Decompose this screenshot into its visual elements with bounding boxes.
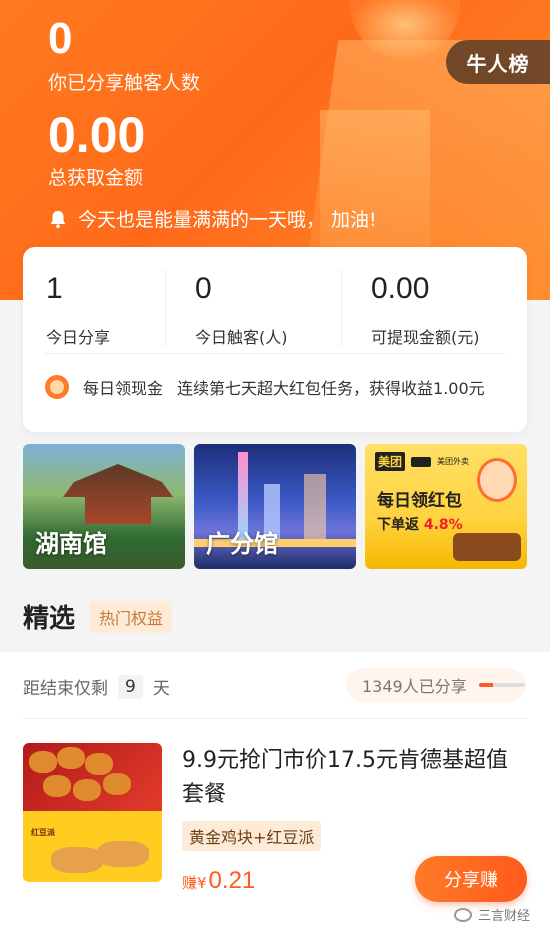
chicken-nuggets-image (23, 743, 162, 811)
earn-amount: 赚¥ 0.21 (182, 867, 255, 895)
tile-meituan[interactable]: 美团 美团外卖 每日领红包 下单返 4.8% (365, 444, 527, 569)
tile-guangfen[interactable]: 广分馆 (194, 444, 356, 569)
stat-today-shares: 1 今日分享 (46, 272, 110, 348)
task-desc: 连续第七天超大红包任务，获得收益1.00元 (177, 379, 485, 398)
stat-label: 今日分享 (46, 328, 111, 347)
task-name: 每日领现金 (83, 379, 164, 398)
stat-label: 今日触客(人) (195, 328, 288, 347)
tile-label: 广分馆 (206, 530, 278, 558)
notice-text: 今天也是能量满满的一天哦， 加油! (78, 209, 377, 231)
shared-count-pill: 1349人已分享 (346, 668, 526, 702)
leaderboard-button[interactable]: 牛人榜 (446, 40, 550, 84)
bell-icon (50, 210, 66, 228)
countdown: 距结束仅剩 9 天 (23, 674, 170, 699)
mascot-image (477, 458, 517, 502)
notice-bar: 今天也是能量满满的一天哦， 加油! (48, 205, 377, 232)
thumb-label: 红豆派 (31, 828, 55, 837)
watermark: 三言财经 (453, 905, 530, 924)
stat-value: 0 (195, 272, 212, 305)
watermark-text: 三言财经 (477, 909, 530, 924)
total-amount-label: 总获取金额 (48, 167, 144, 189)
shared-count-label: 你已分享触客人数 (48, 72, 201, 94)
food-image (453, 533, 521, 561)
section-title: 精选 (23, 604, 76, 634)
countdown-days: 9 (118, 674, 143, 699)
wechat-icon (453, 907, 472, 922)
divider (341, 269, 342, 347)
smile-coin-icon (45, 375, 69, 399)
hot-benefits-tag[interactable]: 热门权益 (90, 601, 173, 633)
meituan-title: 每日领红包 (377, 491, 462, 511)
daily-cash-task[interactable]: 每日领现金 连续第七天超大红包任务，获得收益1.00元 (45, 375, 485, 399)
pavilion-image (63, 464, 173, 524)
share-progress-fill (478, 683, 493, 687)
meituan-logo-mark: 美团 (375, 452, 406, 471)
stat-value: 0.00 (371, 272, 430, 305)
tile-label: 湖南馆 (35, 530, 107, 558)
share-earn-button[interactable]: 分享赚 (415, 856, 527, 902)
countdown-prefix: 距结束仅剩 (23, 679, 108, 699)
countdown-suffix: 天 (152, 679, 170, 699)
kangaroo-icon (411, 456, 432, 467)
product-tag: 黄金鸡块+红豆派 (182, 821, 322, 851)
stat-withdrawable[interactable]: 0.00 可提现金额(元) (371, 272, 480, 348)
total-amount: 0.00 (48, 107, 146, 163)
meituan-waimai-text: 美团外卖 (437, 457, 470, 466)
stat-value: 1 (46, 272, 63, 305)
product-card[interactable]: 距结束仅剩 9 天 1349人已分享 红豆派 9.9元抢门市价17.5元肯德基超… (0, 652, 550, 941)
stats-card: 1 今日分享 0 今日触客(人) 0.00 可提现金额(元) 每日领现金 连续第… (23, 247, 527, 432)
stat-label: 可提现金额(元) (371, 328, 480, 347)
product-image[interactable]: 红豆派 (23, 743, 162, 882)
meituan-subtitle: 下单返 4.8% (377, 514, 463, 534)
earn-value: 0.21 (208, 867, 256, 894)
earn-prefix: 赚¥ (182, 874, 207, 892)
tile-hunan[interactable]: 湖南馆 (23, 444, 185, 569)
share-progress-bar (478, 683, 525, 687)
meituan-sub-prefix: 下单返 (377, 517, 419, 533)
red-bean-pie-image: 红豆派 (23, 811, 162, 882)
stat-today-customers: 0 今日触客(人) (195, 272, 288, 348)
shared-count-text: 1349人已分享 (362, 677, 467, 696)
divider (165, 269, 166, 347)
product-title[interactable]: 9.9元抢门市价17.5元肯德基超值套餐 (182, 744, 527, 812)
meituan-logo: 美团 美团外卖 (375, 452, 469, 471)
building-image (304, 474, 326, 544)
divider (23, 718, 527, 719)
divider (45, 353, 505, 354)
shared-count: 0 (48, 14, 73, 63)
meituan-sub-percent: 4.8% (423, 517, 463, 533)
